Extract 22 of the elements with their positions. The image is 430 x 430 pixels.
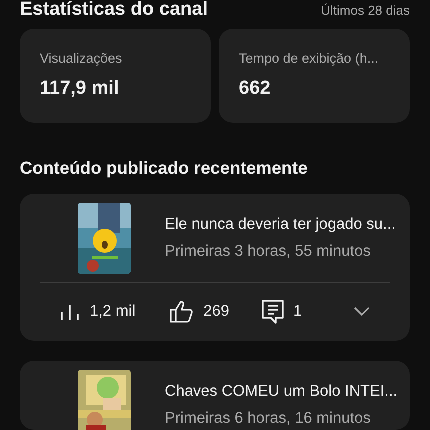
video-title: Ele nunca deveria ter jogado su... xyxy=(165,214,396,235)
stat-label: Visualizações xyxy=(40,50,124,68)
metric-value: 269 xyxy=(204,302,230,322)
stat-value: 117,9 mil xyxy=(40,76,120,101)
thumbs-up-icon xyxy=(170,300,194,322)
metric-value: 1 xyxy=(294,302,302,322)
metric-value: 1,2 mil xyxy=(90,302,136,322)
bar-chart-icon xyxy=(60,304,80,320)
stat-label: Tempo de exibição (h... xyxy=(239,50,380,68)
video-card[interactable]: Ele nunca deveria ter jogado su... Primeiras 3 horas, 55 minutos 1,2 mil 269 1 xyxy=(20,194,410,340)
stat-card[interactable]: Visualizações 117,9 mil xyxy=(20,28,211,124)
video-subtitle: Primeiras 3 horas, 55 minutos xyxy=(165,242,372,262)
comment-icon xyxy=(262,300,284,324)
stat-value: 662 xyxy=(239,76,272,101)
video-card[interactable]: Chaves COMEU um Bolo INTEI... Primeiras 6 horas, 16 minutos xyxy=(20,360,410,430)
section-title: Conteúdo publicado recentemente xyxy=(20,157,309,180)
period-label: Últimos 28 dias xyxy=(321,2,410,20)
video-subtitle: Primeiras 6 horas, 16 minutos xyxy=(165,409,372,429)
stat-card[interactable]: Tempo de exibição (h... 662 xyxy=(219,28,410,124)
section-title: Estatísticas do canal xyxy=(20,0,208,22)
video-title: Chaves COMEU um Bolo INTEI... xyxy=(165,382,398,402)
expand-button[interactable] xyxy=(354,306,370,316)
